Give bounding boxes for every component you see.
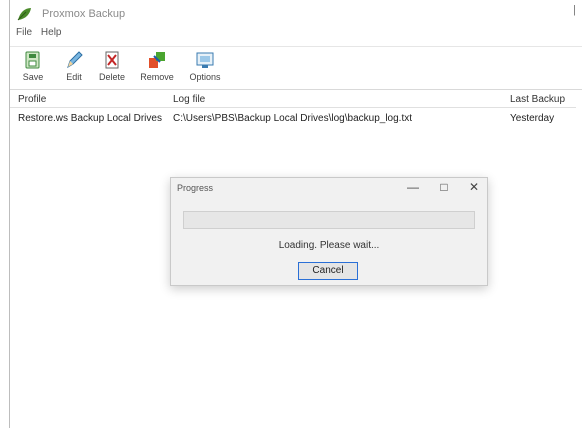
app-leaf-icon <box>16 6 32 27</box>
save-button[interactable]: Save <box>16 50 50 82</box>
dialog-status-text: Loading. Please wait... <box>278 240 380 251</box>
menu-file[interactable]: File <box>16 27 32 38</box>
progress-bar <box>183 211 475 229</box>
delete-icon <box>101 50 123 70</box>
menu-bar: File Help <box>10 27 582 45</box>
delete-button[interactable]: Delete <box>95 50 129 82</box>
toolbar: Save Edit Delete Remove Options <box>10 46 582 90</box>
row-log-file: C:\Users\PBS\Backup Local Drives\log\bac… <box>173 113 412 124</box>
dialog-title: Progress <box>177 183 214 193</box>
minimize-button[interactable]: — <box>407 180 419 194</box>
column-header-profile[interactable]: Profile <box>18 94 163 105</box>
remove-icon <box>146 50 168 70</box>
menu-help[interactable]: Help <box>41 27 62 38</box>
column-header-last-backup[interactable]: Last Backup <box>510 94 570 105</box>
options-button[interactable]: Options <box>188 50 222 82</box>
window-title: Proxmox Backup <box>42 8 126 20</box>
dialog-controls: — □ ✕ <box>389 180 479 194</box>
table-row[interactable]: Restore.ws Backup Local Drives C:\Users\… <box>10 110 576 126</box>
maximize-button[interactable]: □ <box>440 180 447 194</box>
options-icon <box>194 50 216 70</box>
remove-button[interactable]: Remove <box>140 50 174 82</box>
row-last-backup: Yesterday <box>510 113 555 124</box>
title-bar: Proxmox Backup | <box>10 0 582 27</box>
delete-button-label: Delete <box>98 72 125 82</box>
edit-button-label: Edit <box>66 72 82 82</box>
save-icon <box>22 50 44 70</box>
row-profile: Restore.ws Backup Local Drives <box>18 113 162 124</box>
save-button-label: Save <box>22 72 44 82</box>
left-window-edge <box>0 0 10 428</box>
cancel-button[interactable]: Cancel <box>298 262 358 280</box>
profile-table-header: Profile Log file Last Backup <box>10 91 576 108</box>
edit-button[interactable]: Edit <box>57 50 91 82</box>
edit-icon <box>63 50 85 70</box>
remove-button-label: Remove <box>140 72 174 82</box>
progress-dialog: Progress — □ ✕ Loading. Please wait... C… <box>170 177 488 286</box>
window-controls[interactable]: | <box>573 4 576 16</box>
column-header-log-file[interactable]: Log file <box>173 94 503 105</box>
options-button-label: Options <box>189 72 221 82</box>
close-button[interactable]: ✕ <box>469 180 479 194</box>
